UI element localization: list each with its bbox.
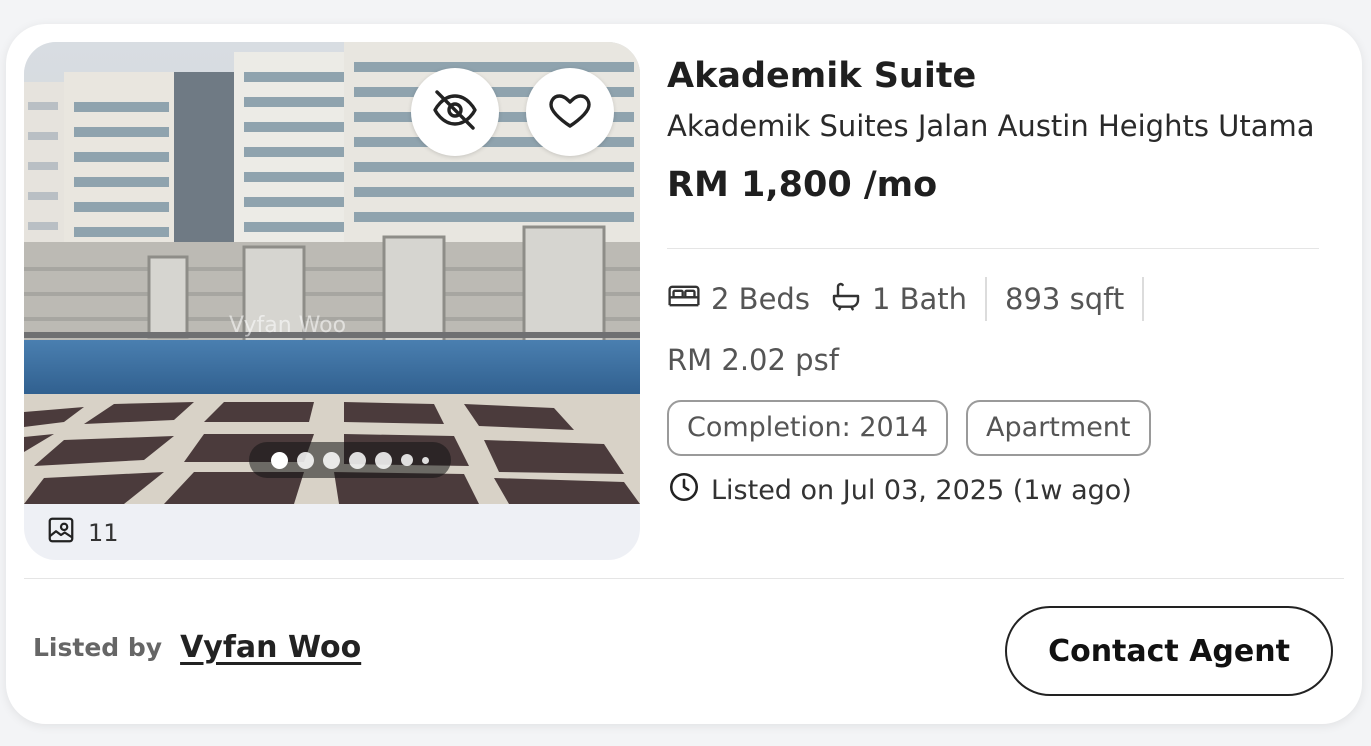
heart-icon (546, 86, 594, 138)
tag-completion: Completion: 2014 (667, 400, 949, 456)
hide-listing-button[interactable] (411, 68, 499, 156)
photo-count: 11 (46, 516, 119, 550)
carousel-dot[interactable] (297, 451, 314, 469)
bed-icon (667, 281, 701, 318)
listing-price: RM 1,800 /mo (667, 165, 938, 205)
footer-divider (24, 578, 1344, 579)
listed-by-label: Listed by (33, 633, 163, 662)
divider (667, 248, 1319, 249)
beds-value: 2 Beds (711, 282, 810, 316)
contact-agent-button[interactable]: Contact Agent (1005, 606, 1333, 696)
size-value: 893 sqft (1005, 282, 1125, 316)
beds-spec: 2 Beds (667, 281, 810, 318)
baths-value: 1 Bath (871, 282, 968, 316)
carousel-dot[interactable] (323, 451, 340, 469)
listing-title[interactable]: Akademik Suite (667, 54, 1327, 98)
listed-date: Listed on Jul 03, 2025 (1w ago) (667, 470, 1132, 511)
listing-specs: 2 Beds 1 Bath 893 sqft (667, 274, 1162, 324)
listed-by: Listed by Vyfan Woo (33, 630, 361, 665)
favorite-button[interactable] (526, 68, 614, 156)
photo-count-value: 11 (88, 519, 119, 547)
listed-date-text: Listed on Jul 03, 2025 (1w ago) (711, 475, 1132, 506)
image-icon (46, 515, 76, 551)
listing-address: Akademik Suites Jalan Austin Heights Uta… (667, 109, 1315, 143)
carousel-dot[interactable] (375, 451, 392, 469)
listing-info: Akademik Suite Akademik Suites Jalan Aus… (667, 54, 1327, 506)
listing-tags: Completion: 2014 Apartment (667, 400, 1151, 456)
spec-separator (1142, 277, 1145, 321)
size-spec: 893 sqft (1005, 282, 1124, 316)
carousel-dot[interactable] (401, 454, 413, 466)
eye-off-icon (431, 86, 479, 138)
bathtub-icon (830, 280, 862, 319)
clock-icon (667, 470, 701, 511)
listing-card[interactable]: Vyfan Woo 11 Akademik Suite Akademik Sui… (6, 24, 1362, 724)
price-per-sqft: RM 2.02 psf (667, 343, 839, 377)
carousel-dot[interactable] (422, 456, 429, 464)
agent-name-link[interactable]: Vyfan Woo (180, 630, 361, 665)
carousel-dot[interactable] (271, 451, 288, 469)
baths-spec: 1 Bath (830, 280, 967, 319)
photo-gallery[interactable]: Vyfan Woo 11 (24, 42, 640, 560)
photo-watermark: Vyfan Woo (229, 313, 346, 338)
tag-property-type: Apartment (966, 400, 1151, 456)
carousel-dot[interactable] (349, 451, 366, 469)
carousel-indicator[interactable] (249, 442, 451, 478)
spec-separator (985, 277, 988, 321)
